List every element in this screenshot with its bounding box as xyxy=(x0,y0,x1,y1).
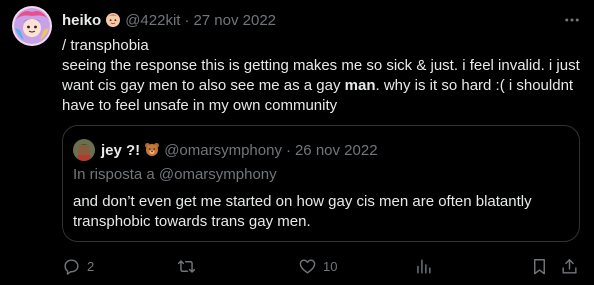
share-icon xyxy=(562,258,577,274)
like-count: 10 xyxy=(323,258,338,274)
quote-reply-to: In risposta a @omarsymphony xyxy=(73,166,277,183)
quoted-tweet[interactable]: jey ?! @omarsymphony · 26 nov 2022 In ri… xyxy=(62,125,580,242)
views-icon xyxy=(417,258,431,274)
reply-icon xyxy=(64,258,79,275)
tweet-body: / transphobia seeing the response this i… xyxy=(62,36,582,116)
display-name[interactable]: heiko xyxy=(62,12,101,29)
quote-separator-dot: · xyxy=(285,141,291,159)
quote-avatar-art xyxy=(73,139,95,161)
tweet-line-1: / transphobia xyxy=(62,37,149,54)
quote-avatar[interactable] xyxy=(73,139,95,161)
face-emoji xyxy=(105,12,121,28)
tweet-date[interactable]: 27 nov 2022 xyxy=(193,12,276,29)
bookmark-icon xyxy=(534,258,545,274)
tweet-line-2: seeing the response this is getting make… xyxy=(62,56,582,116)
tweet-text-bold: man xyxy=(344,77,376,94)
more-button[interactable] xyxy=(562,10,582,30)
quote-handle[interactable]: @omarsymphony xyxy=(164,142,282,159)
views-button[interactable] xyxy=(414,255,439,277)
quote-display-name[interactable]: jey ?! xyxy=(101,142,140,159)
separator-dot: · xyxy=(184,11,190,29)
quote-date[interactable]: 26 nov 2022 xyxy=(295,142,378,159)
bear-emoji xyxy=(144,142,160,158)
more-icon xyxy=(565,18,579,22)
action-bar: 2 10 xyxy=(62,255,582,277)
reply-count: 2 xyxy=(87,258,95,274)
quote-body: and don’t even get me started on how gay… xyxy=(73,193,532,230)
tweet-header: heiko @422kit · 27 nov 2022 xyxy=(62,10,276,30)
bookmark-button[interactable] xyxy=(530,255,549,277)
like-icon xyxy=(299,258,316,274)
quote-header: jey ?! @omarsymphony · 26 nov 2022 xyxy=(73,139,378,161)
quote-text: and don’t even get me started on how gay… xyxy=(73,192,568,232)
tweet: heiko @422kit · 27 nov 2022 / transphobi… xyxy=(0,0,594,285)
like-button[interactable]: 10 xyxy=(298,255,337,277)
retweet-button[interactable] xyxy=(177,255,202,277)
handle[interactable]: @422kit xyxy=(125,12,180,29)
avatar-art xyxy=(12,6,52,46)
share-button[interactable] xyxy=(560,255,579,277)
avatar[interactable] xyxy=(12,6,52,46)
retweet-icon xyxy=(177,259,196,273)
reply-button[interactable]: 2 xyxy=(62,255,94,277)
